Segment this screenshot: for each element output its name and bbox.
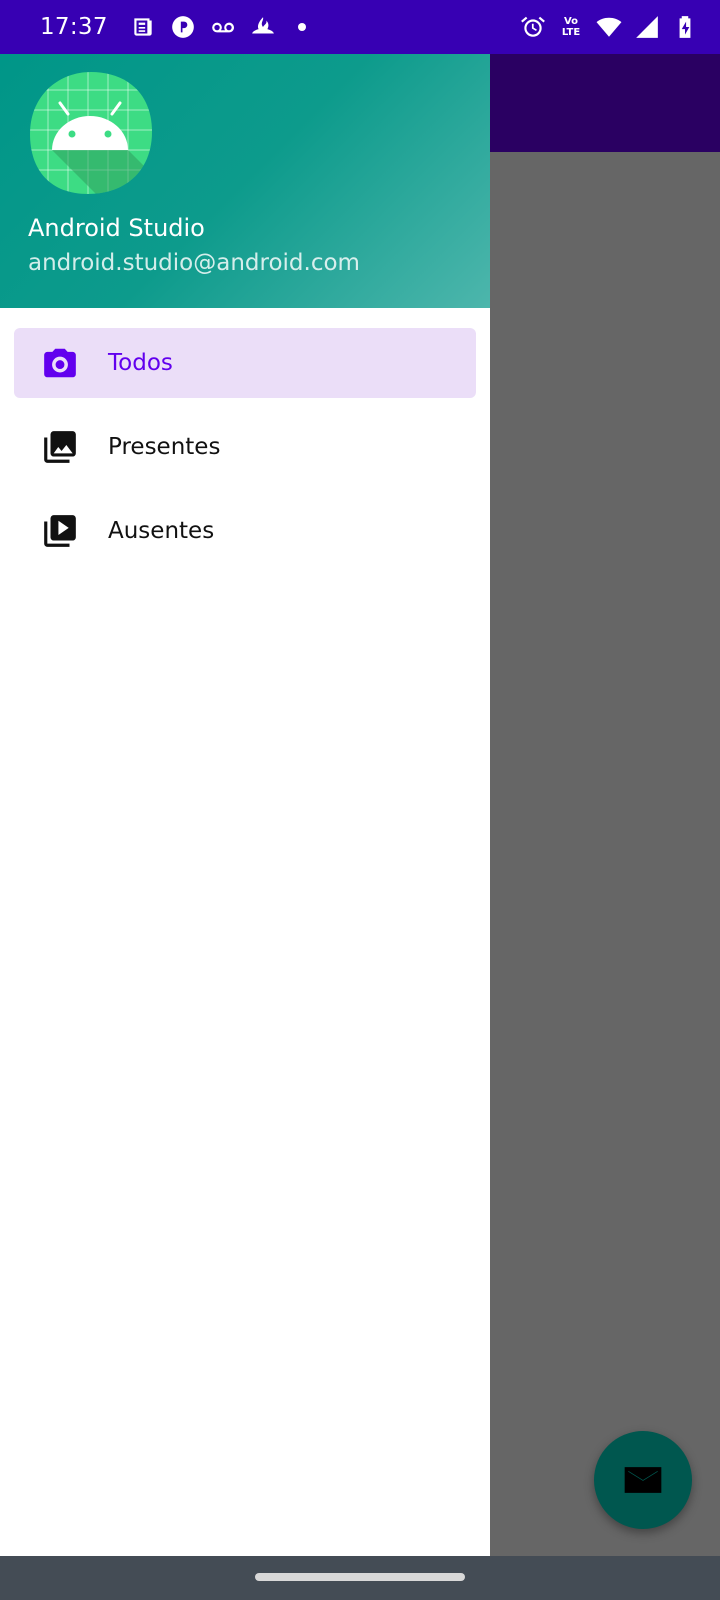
header-user-email: android.studio@android.com: [28, 250, 360, 276]
mail-fab-button[interactable]: [594, 1431, 692, 1529]
notification-icons: [130, 14, 306, 40]
menu-item-label: Ausentes: [108, 518, 215, 544]
navigation-drawer: Android Studio android.studio@android.co…: [0, 54, 490, 1556]
video-library-icon: [40, 511, 80, 551]
home-gesture-handle[interactable]: [255, 1573, 465, 1581]
camera-icon: [40, 343, 80, 383]
menu-item-todos[interactable]: Todos: [14, 328, 476, 398]
menu-item-presentes[interactable]: Presentes: [14, 412, 476, 482]
voicemail-icon: [210, 14, 236, 40]
wifi-icon: [596, 14, 622, 40]
volte-bottom-label: LTE: [561, 27, 581, 38]
battery-charging-icon: [672, 14, 698, 40]
volte-top-label: Vo: [563, 16, 579, 27]
mail-icon: [624, 1467, 662, 1493]
alarm-icon: [520, 14, 546, 40]
menu-item-label: Todos: [108, 350, 173, 376]
notification-dot: [297, 23, 306, 31]
header-user-name: Android Studio: [28, 214, 205, 242]
photo-library-icon: [40, 427, 80, 467]
drawer-menu: Todos Presentes Ausentes: [0, 328, 490, 580]
status-time: 17:37: [40, 14, 108, 40]
android-logo-icon: [30, 72, 152, 194]
news-icon: [130, 14, 156, 40]
drawer-header: Android Studio android.studio@android.co…: [0, 54, 490, 308]
system-icons: Vo LTE: [520, 14, 698, 40]
menu-item-label: Presentes: [108, 434, 221, 460]
santander-icon: [250, 14, 276, 40]
signal-icon: [634, 14, 660, 40]
volte-icon: Vo LTE: [558, 14, 584, 40]
menu-item-ausentes[interactable]: Ausentes: [14, 496, 476, 566]
app-p-icon: [170, 14, 196, 40]
status-bar: 17:37 Vo LTE: [0, 0, 720, 54]
system-nav-bar: [0, 1556, 720, 1600]
